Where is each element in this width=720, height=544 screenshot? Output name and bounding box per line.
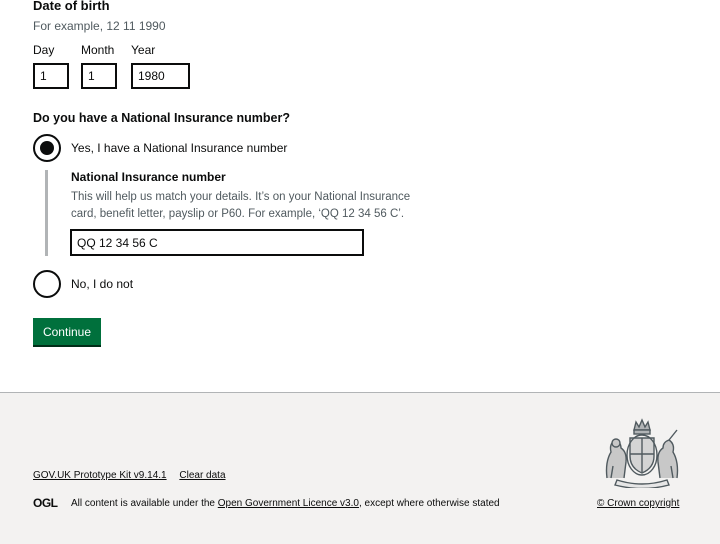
ogl-logo-icon: OGL bbox=[33, 496, 58, 510]
ni-hint-line-1: This will help us match your details. It… bbox=[71, 191, 411, 203]
footer-link-clear-data[interactable]: Clear data bbox=[179, 470, 225, 481]
ni-yes-label[interactable]: Yes, I have a National Insurance number bbox=[71, 141, 287, 155]
dob-month-label: Month bbox=[81, 43, 115, 57]
ni-hint-line-2: card, benefit letter, payslip or P60. Fo… bbox=[71, 208, 405, 220]
dob-month-item: Month bbox=[81, 43, 117, 89]
ni-number-hint: This will help us match your details. It… bbox=[71, 189, 451, 223]
licence-link[interactable]: Open Government Licence v3.0 bbox=[218, 498, 359, 509]
dob-hint: For example, 12 11 1990 bbox=[33, 19, 166, 33]
dob-month-input[interactable] bbox=[81, 63, 117, 89]
ni-yes-radio[interactable] bbox=[33, 134, 61, 162]
dob-year-input[interactable] bbox=[131, 63, 190, 89]
footer-link-prototype-kit[interactable]: GOV.UK Prototype Kit v9.14.1 bbox=[33, 470, 167, 481]
ni-number-input[interactable] bbox=[70, 229, 364, 256]
dob-day-input[interactable] bbox=[33, 63, 69, 89]
conditional-reveal-bar bbox=[45, 170, 48, 256]
licence-suffix: , except where otherwise stated bbox=[358, 498, 500, 509]
footer-links: GOV.UK Prototype Kit v9.14.1 Clear data bbox=[33, 470, 236, 481]
licence-text: All content is available under the Open … bbox=[71, 498, 500, 509]
dob-day-label: Day bbox=[33, 43, 55, 57]
licence-prefix: All content is available under the bbox=[71, 498, 218, 509]
main-content: Date of birth For example, 12 11 1990 Da… bbox=[0, 0, 720, 392]
dob-year-label: Year bbox=[131, 43, 156, 57]
dob-heading: Date of birth bbox=[33, 0, 110, 13]
ni-question-legend: Do you have a National Insurance number? bbox=[33, 111, 291, 125]
ni-no-radio[interactable] bbox=[33, 270, 61, 298]
footer: GOV.UK Prototype Kit v9.14.1 Clear data … bbox=[0, 392, 720, 544]
ni-no-label[interactable]: No, I do not bbox=[71, 277, 133, 291]
dob-day-item: Day bbox=[33, 43, 69, 89]
continue-button[interactable]: Continue bbox=[33, 318, 101, 345]
crown-copyright-link[interactable]: © Crown copyright bbox=[597, 498, 679, 509]
ni-number-label: National Insurance number bbox=[71, 170, 226, 184]
royal-coat-of-arms-icon bbox=[605, 418, 679, 488]
dob-year-item: Year bbox=[131, 43, 190, 89]
